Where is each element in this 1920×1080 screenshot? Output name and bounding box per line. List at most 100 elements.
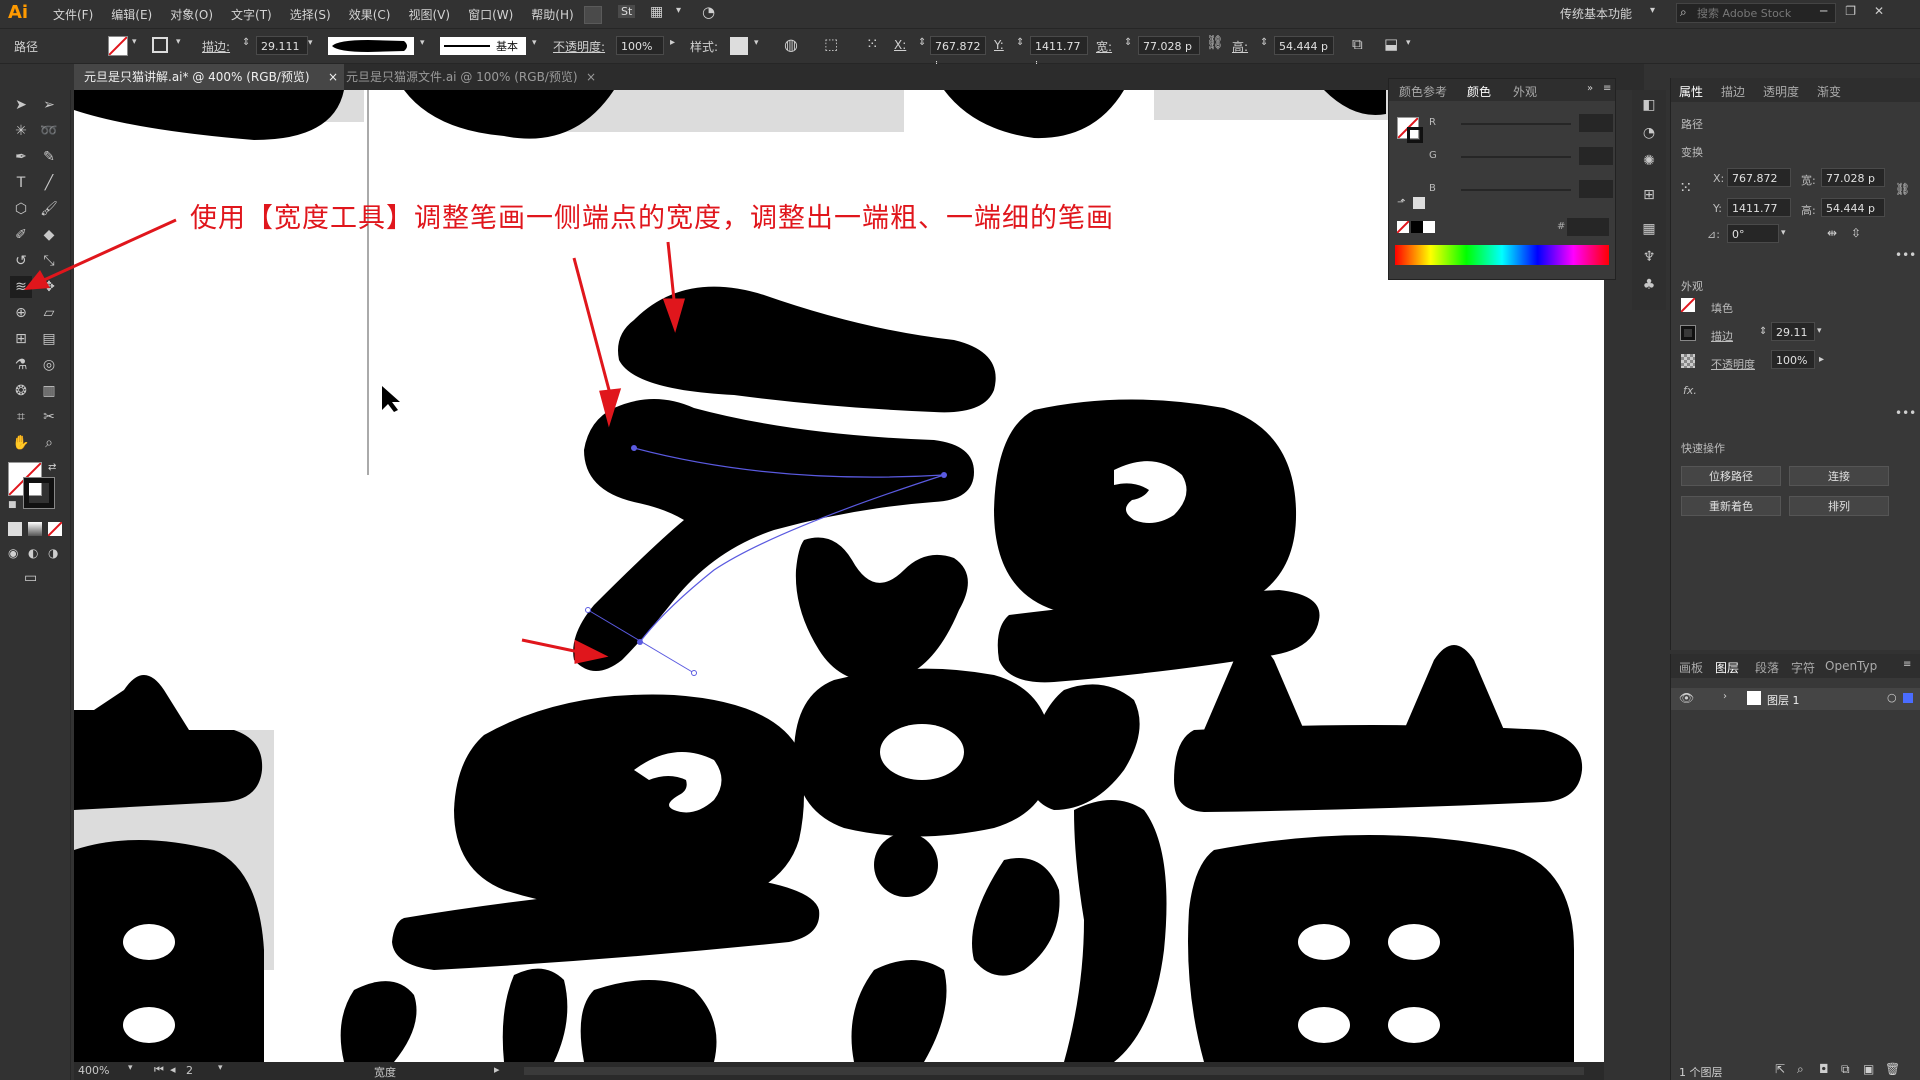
gradient-mode-icon[interactable] (28, 522, 42, 536)
y-field[interactable]: 1411.77 (1727, 198, 1791, 217)
x-field[interactable]: 767.872 (1727, 168, 1791, 187)
hand-tool-icon[interactable]: ✋ (10, 432, 32, 454)
chevron-down-icon[interactable]: ▾ (218, 1063, 223, 1073)
chevron-down-icon[interactable]: ▾ (1817, 326, 1822, 336)
width-field[interactable]: 77.028 p (1821, 168, 1885, 187)
expand-arrow-icon[interactable]: › (1723, 691, 1727, 702)
color-mode-icon[interactable] (8, 522, 22, 536)
draw-inside-icon[interactable]: ◑ (48, 546, 58, 560)
curvature-tool-icon[interactable]: ✎ (38, 146, 60, 168)
stroke-swatch[interactable] (152, 37, 168, 53)
tab-gradient[interactable]: 渐变 (1817, 83, 1841, 100)
tab-properties[interactable]: 属性 (1679, 83, 1703, 100)
gradient-tool-icon[interactable]: ▤ (38, 328, 60, 350)
color-spectrum[interactable] (1395, 245, 1609, 265)
tab-artboards[interactable]: 画板 (1679, 659, 1703, 676)
offset-path-button[interactable]: 位移路径 (1681, 466, 1781, 486)
stepper-icon[interactable]: ⇕ (242, 37, 250, 48)
none-swatch[interactable] (1396, 220, 1410, 234)
width-label[interactable]: 宽: (1096, 38, 1112, 55)
reference-point-icon[interactable]: ⁙ (866, 35, 879, 53)
fill-swatch[interactable] (108, 36, 128, 56)
new-layer-icon[interactable]: ▣ (1863, 1062, 1874, 1076)
tab-paragraph[interactable]: 段落 (1755, 659, 1779, 676)
stroke-weight-label[interactable]: 描边: (202, 38, 230, 55)
chevron-down-icon[interactable]: ▾ (1781, 228, 1786, 238)
opacity-field[interactable]: 100% (616, 36, 664, 55)
layer-name[interactable]: 图层 1 (1767, 692, 1800, 708)
selection-tool-icon[interactable]: ➤ (10, 94, 32, 116)
slice-tool-icon[interactable]: ✂ (38, 406, 60, 428)
menu-file[interactable]: 文件(F) (44, 6, 102, 23)
chevron-down-icon[interactable]: ▾ (308, 38, 313, 48)
chevron-down-icon[interactable]: ▾ (176, 37, 181, 47)
opacity-label[interactable]: 不透明度: (553, 38, 605, 55)
x-label[interactable]: X: (894, 38, 906, 52)
chevron-right-icon[interactable]: ▸ (1819, 354, 1824, 365)
magic-wand-tool-icon[interactable]: ✳ (10, 120, 32, 142)
brush-definition[interactable]: 基本 (440, 37, 526, 55)
constrain-proportions-icon[interactable]: ⛓ (1895, 182, 1910, 196)
blend-tool-icon[interactable]: ◎ (38, 354, 60, 376)
canvas[interactable]: 使用【宽度工具】调整笔画一侧端点的宽度，调整出一端粗、一端细的笔画 (74, 90, 1604, 1062)
panel-menu-icon[interactable]: ≡ (1603, 83, 1611, 94)
stepper-icon[interactable]: ⇕ (1016, 37, 1024, 48)
y-field[interactable]: 1411.77 i (1030, 36, 1088, 72)
fx-icon[interactable]: fx. (1683, 384, 1697, 397)
trash-icon[interactable]: 🗑 (1885, 1062, 1900, 1076)
artwork[interactable] (74, 90, 1604, 1062)
height-field[interactable]: 54.444 p (1274, 36, 1334, 55)
y-label[interactable]: Y: (994, 38, 1004, 52)
shape-builder-tool-icon[interactable]: ⊕ (10, 302, 32, 324)
stock-search-input[interactable]: 搜索 Adobe Stock (1676, 3, 1836, 23)
tab-document-1[interactable]: 元旦是只猫讲解.ai* @ 400% (RGB/预览) × (74, 64, 344, 90)
menu-effect[interactable]: 效果(C) (340, 6, 400, 23)
swap-colors-icon[interactable]: ⇄ (48, 462, 56, 473)
brushes-icon[interactable]: ♆ (1638, 246, 1660, 268)
stepper-icon[interactable]: ⇕ (1759, 326, 1767, 337)
chevron-down-icon[interactable]: ▾ (532, 38, 537, 48)
tab-transparency[interactable]: 透明度 (1763, 83, 1799, 100)
symbols-icon[interactable]: ♣ (1638, 274, 1660, 296)
swatches-icon[interactable]: ▦ (1638, 218, 1660, 240)
menu-object[interactable]: 对象(O) (161, 6, 222, 23)
chevron-down-icon[interactable]: ▾ (1406, 38, 1411, 48)
horizontal-scrollbar[interactable] (524, 1067, 1584, 1075)
angle-field[interactable]: 0° (1727, 224, 1779, 243)
direct-selection-tool-icon[interactable]: ➢ (38, 94, 60, 116)
tab-character[interactable]: 字符 (1791, 659, 1815, 676)
tab-document-2[interactable]: 元旦是只猫源文件.ai @ 100% (RGB/预览) × (336, 64, 602, 90)
export-icon[interactable]: ⇱ (1775, 1062, 1785, 1076)
minimize-icon[interactable]: ─ (1820, 4, 1827, 18)
workspace-switcher[interactable]: 传统基本功能 (1560, 5, 1632, 22)
search-icon[interactable]: ⌕ (1797, 1062, 1804, 1077)
chevron-down-icon[interactable]: ▾ (128, 1063, 133, 1073)
default-colors-icon[interactable]: ■ (8, 500, 17, 510)
tab-opentype[interactable]: OpenTyp (1825, 659, 1877, 673)
pen-tool-icon[interactable]: ✒ (10, 146, 32, 168)
join-button[interactable]: 连接 (1789, 466, 1889, 486)
opacity-field[interactable]: 100% (1771, 350, 1815, 369)
menu-window[interactable]: 窗口(W) (459, 6, 522, 23)
close-icon[interactable]: × (586, 64, 596, 90)
chevron-right-icon[interactable]: ▸ (494, 1063, 500, 1076)
stroke-color-icon[interactable] (1407, 127, 1423, 143)
close-icon[interactable]: ✕ (1874, 4, 1884, 18)
color-guide-icon[interactable]: ✺ (1638, 150, 1660, 172)
stock-icon[interactable]: St (618, 5, 636, 18)
height-field[interactable]: 54.444 p (1821, 198, 1885, 217)
bridge-icon[interactable] (584, 6, 602, 24)
stroke-swatch[interactable] (1680, 325, 1696, 341)
web-safe-swatch[interactable] (1413, 197, 1425, 209)
stroke-weight-field[interactable]: 29.11 (1771, 322, 1815, 341)
fill-swatch[interactable] (1680, 297, 1696, 313)
perspective-grid-tool-icon[interactable]: ▱ (38, 302, 60, 324)
panel-menu-icon[interactable]: ≡ (1903, 659, 1911, 670)
libraries-icon[interactable]: ⊞ (1638, 184, 1660, 206)
stroke-color-icon[interactable] (23, 477, 55, 509)
symbol-sprayer-tool-icon[interactable]: ❂ (10, 380, 32, 402)
white-swatch[interactable] (1423, 221, 1435, 233)
opacity-label[interactable]: 不透明度 (1711, 356, 1755, 372)
tab-appearance[interactable]: 外观 (1513, 83, 1537, 100)
flip-vertical-icon[interactable]: ⇳ (1851, 226, 1861, 240)
